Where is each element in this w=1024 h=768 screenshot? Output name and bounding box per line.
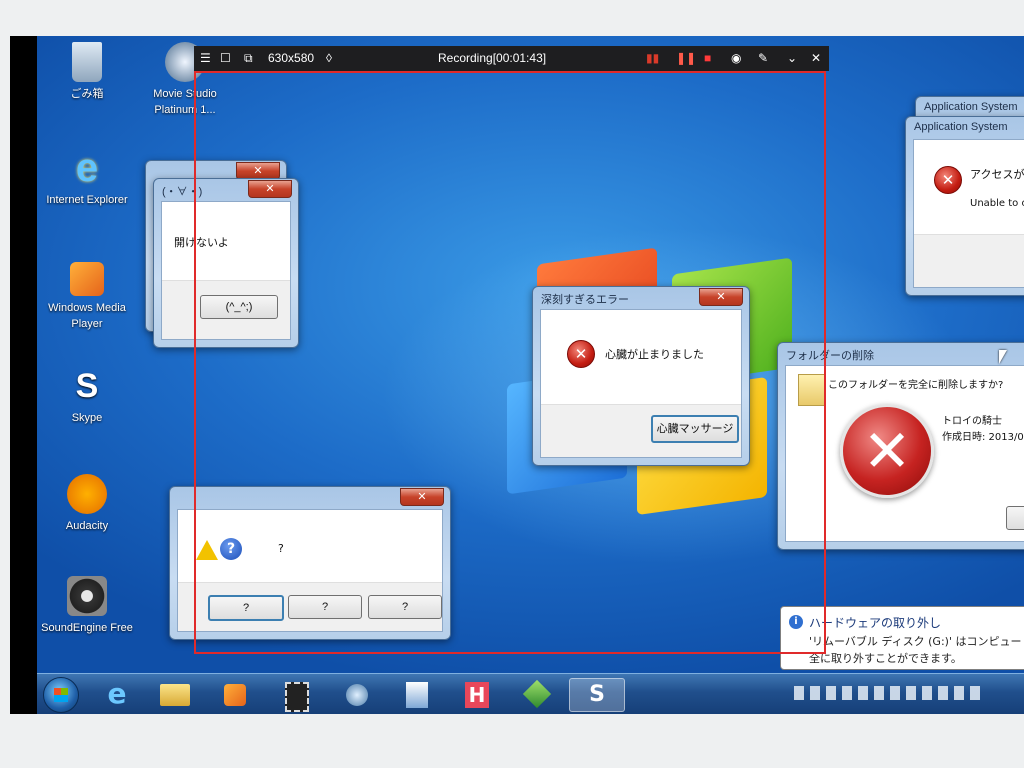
folder-icon bbox=[160, 684, 190, 706]
desktop-icon-wmp[interactable]: Windows Media Player bbox=[37, 262, 137, 332]
gem-icon bbox=[522, 679, 552, 709]
taskbar-h-app[interactable]: H bbox=[455, 678, 499, 710]
big-error-icon: ✕ bbox=[840, 404, 934, 498]
internet-explorer-icon: e bbox=[107, 677, 127, 710]
recorder-toolbar: ☰ ☐ ⧉ 630x580 ◊ Recording[00:01:43] ▮▮ ❚… bbox=[194, 46, 829, 71]
document-icon bbox=[406, 682, 428, 708]
start-button[interactable] bbox=[43, 677, 79, 713]
zoom-region-icon[interactable]: ⧉ bbox=[244, 51, 253, 66]
taskbar-skype[interactable]: S bbox=[569, 678, 625, 712]
mouse-cursor-icon bbox=[999, 350, 1007, 364]
camera-icon[interactable]: ◉ bbox=[731, 51, 741, 66]
region-icon[interactable]: ☐ bbox=[220, 51, 231, 66]
network-icon bbox=[346, 684, 368, 706]
desktop-icon-recycle-bin[interactable]: ごみ箱 bbox=[37, 42, 137, 102]
windows-flag-icon bbox=[54, 688, 68, 702]
taskbar-gem-app[interactable] bbox=[515, 678, 559, 710]
error-icon: ✕ bbox=[934, 166, 962, 194]
audacity-icon bbox=[67, 474, 107, 514]
desktop-icon-audacity[interactable]: Audacity bbox=[37, 474, 137, 534]
skype-icon: S bbox=[589, 682, 605, 707]
taskbar-document[interactable] bbox=[395, 678, 439, 710]
notification-line-2: 全に取り外すことができます。 bbox=[809, 652, 962, 665]
taskbar-explorer[interactable] bbox=[153, 678, 197, 710]
soundengine-icon bbox=[67, 576, 107, 616]
dialog-footer bbox=[914, 234, 1024, 287]
internet-explorer-icon: e bbox=[75, 146, 99, 190]
close-icon[interactable]: ✕ bbox=[811, 51, 821, 66]
taskbar-media-player[interactable] bbox=[213, 678, 257, 710]
desktop-icon-label: ごみ箱 bbox=[70, 88, 104, 100]
collapse-icon[interactable]: ⌄ bbox=[787, 51, 797, 66]
film-icon bbox=[285, 682, 309, 712]
desktop-icon-internet-explorer[interactable]: e Internet Explorer bbox=[37, 148, 137, 208]
desktop-icon-soundengine[interactable]: SoundEngine Free bbox=[37, 576, 137, 636]
desktop-icon-label: SoundEngine Free bbox=[41, 622, 133, 634]
tray-icons bbox=[794, 686, 984, 700]
dialog-detail: Unable to op bbox=[970, 198, 1024, 209]
level-meter-icon: ▮▮ bbox=[646, 51, 660, 65]
dialog-message: このフォルダーを完全に削除しますか? bbox=[828, 380, 1004, 391]
taskbar-network[interactable] bbox=[335, 678, 379, 710]
folder-yes-button[interactable] bbox=[1006, 506, 1024, 530]
media-player-icon bbox=[224, 684, 246, 706]
desktop-icon-label: Internet Explorer bbox=[46, 194, 128, 206]
recycle-bin-icon bbox=[72, 42, 102, 82]
notification-title: ハードウェアの取り外し bbox=[809, 616, 942, 630]
taskbar-internet-explorer[interactable]: e bbox=[95, 678, 139, 710]
desktop-icon-skype[interactable]: S Skype bbox=[37, 366, 137, 426]
app-system-dialog[interactable]: Application System ✕ アクセスが拒 Unable to op bbox=[905, 116, 1024, 296]
skype-icon: S bbox=[75, 367, 99, 405]
recording-region-frame[interactable] bbox=[194, 71, 826, 654]
menu-icon[interactable]: ☰ bbox=[200, 51, 211, 66]
region-size: 630x580 bbox=[268, 51, 315, 65]
desktop-icon-label: Windows Media Player bbox=[48, 302, 126, 330]
folder-name: トロイの騎士 bbox=[942, 416, 1002, 427]
dialog-title: Application System bbox=[924, 101, 1018, 113]
drop-icon[interactable]: ◊ bbox=[326, 51, 332, 66]
dialog-client: ✕ アクセスが拒 Unable to op bbox=[913, 139, 1024, 288]
stop-icon[interactable]: ■ bbox=[704, 51, 711, 66]
dialog-message: アクセスが拒 bbox=[970, 168, 1024, 181]
desktop-icon-label: Skype bbox=[71, 412, 103, 424]
dialog-title: Application System bbox=[914, 121, 1008, 133]
pencil-icon[interactable]: ✎ bbox=[758, 51, 768, 66]
folder-date: 作成日時: 2013/06/ bbox=[942, 432, 1024, 443]
h-app-icon: H bbox=[465, 682, 489, 708]
desktop-icon-label: Audacity bbox=[65, 520, 109, 532]
taskbar-film[interactable] bbox=[275, 678, 319, 712]
recording-status: Recording[00:01:43] bbox=[438, 51, 547, 65]
pause-icon[interactable]: ❚❚ bbox=[676, 51, 696, 66]
taskbar: e H S bbox=[37, 673, 1024, 714]
notification-line-1: 'リムーバブル ディスク (G:)' はコンピュー bbox=[809, 635, 1022, 648]
media-player-icon bbox=[70, 262, 104, 296]
